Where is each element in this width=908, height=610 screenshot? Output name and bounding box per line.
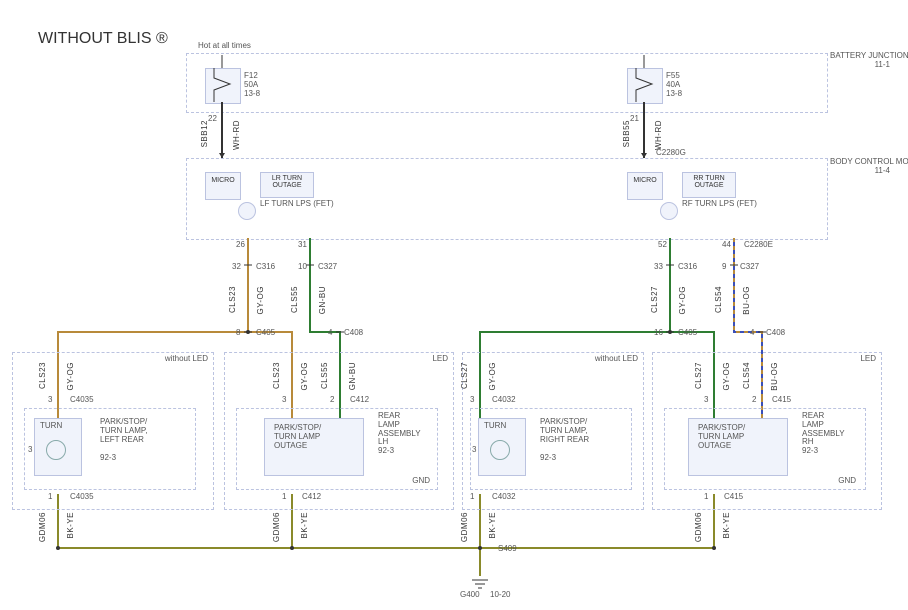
mid-r2-conn: C327 (740, 262, 759, 271)
g1-in-id: CLS23 (38, 362, 47, 389)
g3-out-conn: C4032 (492, 492, 516, 501)
j-l2-pin: 4 (328, 328, 332, 337)
g1-box-text: PARK/STOP/TURN LAMP,LEFT REAR92-3 (100, 418, 147, 463)
j-r1-pin: 16 (654, 328, 663, 337)
wtr-id: SBB55 (622, 120, 631, 147)
g2-side-text: REARLAMPASSEMBLYLH92-3 (378, 412, 421, 456)
bcm-pin-l1: 26 (236, 240, 245, 249)
mid-l2-col: GN-BU (318, 286, 327, 314)
wtl-id: SBB12 (200, 120, 209, 147)
g4-in2-id: CLS54 (742, 362, 751, 389)
g4-out-col: BK-YE (722, 512, 731, 539)
g1-in-col: GY-OG (66, 362, 75, 390)
mid-l1-col: GY-OG (256, 286, 265, 314)
g4-in1-col: GY-OG (722, 362, 731, 390)
g1-power: 3 (28, 445, 32, 454)
wtl-col: WH-RD (232, 120, 241, 150)
g2-gnd: GND (382, 476, 430, 485)
g4-in1-id: CLS27 (694, 362, 703, 389)
g4-in2-col: BU-OG (770, 362, 779, 391)
g1-in-pin: 3 (48, 395, 52, 404)
g4-box-text: PARK/STOP/TURN LAMPOUTAGE (698, 424, 745, 450)
wiring-diagram: WITHOUT BLIS ® Hot at all times BATTERY … (0, 0, 908, 610)
g4-side-text: REARLAMPASSEMBLYRH92-3 (802, 412, 845, 456)
g3-in-conn: C4032 (492, 395, 516, 404)
pin-l: 22 (208, 114, 217, 123)
g3-tag: without LED (580, 354, 638, 363)
wtr-col: WH-RD (654, 120, 663, 150)
j-l2-conn: C408 (344, 328, 363, 337)
j-r2-conn: C408 (766, 328, 785, 337)
mid-r1-id: CLS27 (650, 286, 659, 313)
conn-top: C2280G (656, 148, 686, 157)
mid-r2-pin: 9 (722, 262, 726, 271)
g4-in2-conn: C415 (772, 395, 791, 404)
g4-out-id: GDM06 (694, 512, 703, 542)
g1-out-pin: 1 (48, 492, 52, 501)
g2-tag: LED (412, 354, 448, 363)
mid-l2-conn: C327 (318, 262, 337, 271)
mid-l1-pin: 32 (232, 262, 241, 271)
g4-out-pin: 1 (704, 492, 708, 501)
bulb-icon (46, 440, 66, 460)
g1-out-id: GDM06 (38, 512, 47, 542)
g3-lamp: TURN (484, 422, 506, 431)
g3-out-id: GDM06 (460, 512, 469, 542)
mid-r1-pin: 33 (654, 262, 663, 271)
mid-r1-conn: C316 (678, 262, 697, 271)
conn-mid: C2280E (744, 240, 773, 249)
j-r1-conn: C405 (678, 328, 697, 337)
mid-r1-col: GY-OG (678, 286, 687, 314)
g1-out-col: BK-YE (66, 512, 75, 539)
g2-box-text: PARK/STOP/TURN LAMPOUTAGE (274, 424, 321, 450)
g1-lamp: TURN (40, 422, 62, 431)
splice: S409 (498, 544, 517, 553)
g4-out-conn: C415 (724, 492, 743, 501)
g1-in-conn: C4035 (70, 395, 94, 404)
g4-gnd: GND (808, 476, 856, 485)
g3-power: 3 (472, 445, 476, 454)
g2-in2-conn: C412 (350, 395, 369, 404)
mid-l2-pin: 10 (298, 262, 307, 271)
g2-in2-pin: 2 (330, 395, 334, 404)
gnode: G400 (460, 590, 480, 599)
bulb-icon (490, 440, 510, 460)
mid-r2-col: BU-OG (742, 286, 751, 315)
bcm-pin-r1: 52 (658, 240, 667, 249)
j-l1-conn: C405 (256, 328, 275, 337)
g2-in1-pin: 3 (282, 395, 286, 404)
g2-out-conn: C412 (302, 492, 321, 501)
bcm-pin-r2: 44 (722, 240, 731, 249)
g2-out-pin: 1 (282, 492, 286, 501)
mid-l2-id: CLS55 (290, 286, 299, 313)
g1-out-conn: C4035 (70, 492, 94, 501)
j-r2-pin: 4 (750, 328, 754, 337)
pin-r: 21 (630, 114, 639, 123)
g1-tag: without LED (150, 354, 208, 363)
g3-out-pin: 1 (470, 492, 474, 501)
bcm-pin-l2: 31 (298, 240, 307, 249)
g3-in-pin: 3 (470, 395, 474, 404)
g2-in1-id: CLS23 (272, 362, 281, 389)
g4-tag: LED (840, 354, 876, 363)
g3-box-text: PARK/STOP/TURN LAMP,RIGHT REAR92-3 (540, 418, 589, 463)
g3-in-id: CLS27 (460, 362, 469, 389)
g4-in2-pin: 2 (752, 395, 756, 404)
g3-in-col: GY-OG (488, 362, 497, 390)
mid-l1-id: CLS23 (228, 286, 237, 313)
g2-out-id: GDM06 (272, 512, 281, 542)
mid-l1-conn: C316 (256, 262, 275, 271)
g2-in1-col: GY-OG (300, 362, 309, 390)
gref: 10-20 (490, 590, 510, 599)
wires (0, 0, 908, 610)
j-l1-pin: 8 (236, 328, 240, 337)
mid-r2-id: CLS54 (714, 286, 723, 313)
g2-in2-col: GN-BU (348, 362, 357, 390)
g2-in2-id: CLS55 (320, 362, 329, 389)
g3-out-col: BK-YE (488, 512, 497, 539)
g2-out-col: BK-YE (300, 512, 309, 539)
g4-in1-pin: 3 (704, 395, 708, 404)
